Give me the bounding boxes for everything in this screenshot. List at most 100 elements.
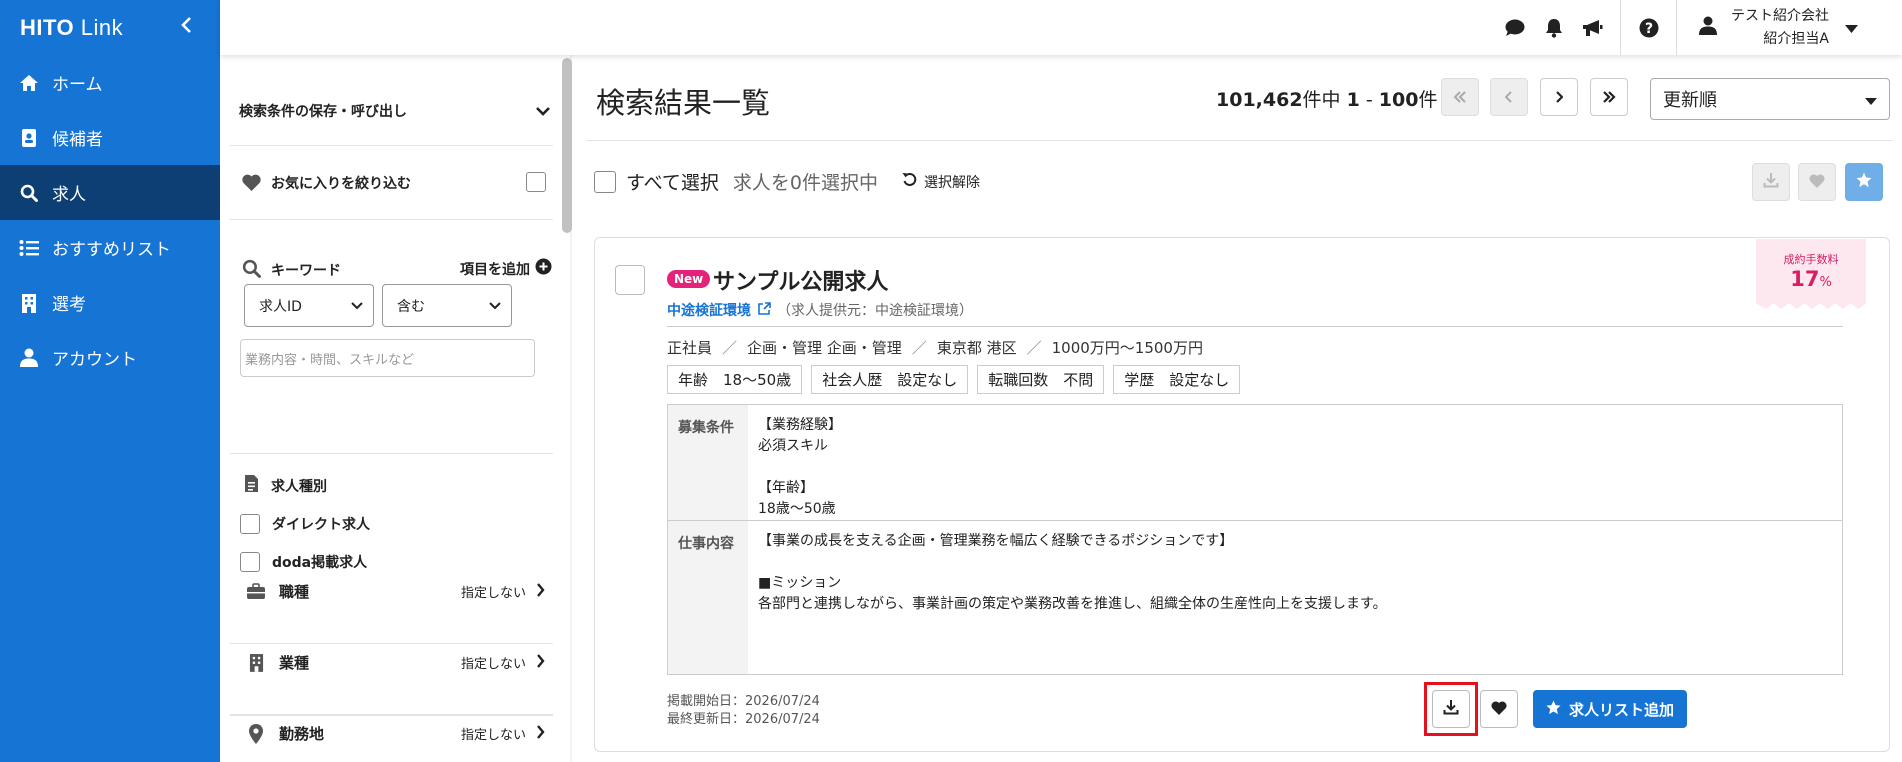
header-divider bbox=[1620, 0, 1621, 55]
select-all-label[interactable]: すべて選択 bbox=[626, 168, 719, 195]
deselect-button[interactable]: 選択解除 bbox=[902, 172, 980, 192]
download-button[interactable] bbox=[1432, 690, 1470, 728]
header-actions: ? テスト紹介会社 紹介担当A bbox=[1495, 0, 1902, 55]
job-provider: （求人提供元：中途検証環境） bbox=[777, 303, 973, 319]
favorite-button[interactable] bbox=[1480, 690, 1518, 728]
collapse-sidebar-icon[interactable] bbox=[180, 16, 192, 39]
saved-search-section[interactable]: 検索条件の保存・呼び出し bbox=[230, 55, 553, 146]
bulk-add-list-button[interactable] bbox=[1845, 163, 1883, 201]
sidebar-item-label: 求人 bbox=[52, 185, 86, 205]
chevron-right-icon bbox=[536, 724, 545, 743]
sidebar-item-recommend-list[interactable]: おすすめリスト bbox=[0, 220, 220, 275]
company-link[interactable]: 中途検証環境 bbox=[667, 300, 751, 320]
undo-icon bbox=[902, 172, 917, 191]
field-select[interactable]: 求人ID bbox=[244, 284, 374, 327]
top-header: ? テスト紹介会社 紹介担当A bbox=[220, 0, 1902, 55]
last-page-button[interactable] bbox=[1590, 78, 1628, 116]
category-divider bbox=[230, 715, 553, 716]
location-value: 指定しない bbox=[460, 728, 526, 743]
industry-filter-row[interactable]: 業種 指定しない bbox=[245, 652, 545, 673]
svg-text:?: ? bbox=[1644, 21, 1652, 37]
user-name: 紹介担当A bbox=[1763, 30, 1829, 47]
caret-down-icon bbox=[1845, 18, 1858, 37]
sort-select[interactable]: 更新順 bbox=[1650, 78, 1890, 120]
chevron-down-icon bbox=[489, 298, 501, 314]
user-menu[interactable]: テスト紹介会社 紹介担当A bbox=[1685, 0, 1902, 55]
selection-bar: すべて選択 求人を0件選択中 選択解除 bbox=[594, 168, 980, 195]
bulk-download-button[interactable] bbox=[1752, 163, 1790, 201]
download-icon bbox=[1443, 699, 1459, 719]
next-page-button[interactable] bbox=[1540, 78, 1578, 116]
chevron-right-icon bbox=[536, 582, 545, 601]
user-icon bbox=[14, 348, 44, 367]
sidebar-item-selection[interactable]: 選考 bbox=[0, 275, 220, 330]
favorites-label: お気に入りを絞り込む bbox=[271, 176, 411, 192]
sidebar-item-home[interactable]: ホーム bbox=[0, 55, 220, 110]
industry-value: 指定しない bbox=[460, 657, 526, 672]
download-icon bbox=[1763, 172, 1779, 192]
occupation-filter-row[interactable]: 職種 指定しない bbox=[245, 581, 545, 602]
sidebar-item-label: ホーム bbox=[52, 75, 103, 95]
job-salary: 1000万円〜1500万円 bbox=[1051, 339, 1203, 357]
chevron-down-icon bbox=[351, 298, 363, 314]
job-detail-table: 募集条件 【業務経験】 必須スキル 【年齢】 18歳〜50歳 仕事内容 【事業の… bbox=[667, 404, 1843, 675]
chevron-right-icon bbox=[536, 653, 545, 672]
favorites-filter-section: お気に入りを絞り込む bbox=[230, 146, 553, 220]
header-divider bbox=[1676, 0, 1677, 55]
bulk-favorite-button[interactable] bbox=[1798, 163, 1836, 201]
prev-page-button[interactable] bbox=[1490, 78, 1528, 116]
building-icon bbox=[14, 293, 44, 313]
sidebar-item-account[interactable]: アカウント bbox=[0, 330, 220, 385]
job-meta: 正社員／企画・管理 企画・管理／東京都 港区／ 1000万円〜1500万円 bbox=[667, 339, 1203, 357]
work-row: 仕事内容 【事業の成長を支える企画・管理業務を幅広く経験できるポジションです】 … bbox=[668, 521, 1842, 674]
keyword-input[interactable]: 業務内容・時間、スキルなど bbox=[240, 339, 535, 377]
fee-value: 17 bbox=[1790, 267, 1820, 291]
occupation-value: 指定しない bbox=[460, 586, 526, 601]
published-date: 掲載開始日：2026/07/24 bbox=[667, 694, 820, 709]
list-icon bbox=[14, 239, 44, 257]
external-link-icon[interactable] bbox=[758, 301, 771, 319]
company-row: 中途検証環境 （求人提供元：中途検証環境） bbox=[667, 300, 973, 320]
briefcase-icon bbox=[245, 583, 267, 600]
bell-icon[interactable] bbox=[1534, 18, 1573, 38]
conditions-label: 募集条件 bbox=[668, 405, 748, 520]
employment-type: 正社員 bbox=[667, 339, 713, 357]
job-type-direct-checkbox[interactable] bbox=[240, 514, 260, 534]
add-to-job-list-button[interactable]: 求人リスト追加 bbox=[1533, 690, 1687, 728]
industry-label: 業種 bbox=[279, 654, 310, 672]
job-select-checkbox[interactable] bbox=[615, 265, 645, 295]
match-select-value: 含む bbox=[397, 298, 425, 315]
sidebar-item-jobs[interactable]: 求人 bbox=[0, 165, 220, 220]
help-icon[interactable]: ? bbox=[1629, 18, 1668, 38]
occupation-label: 職種 bbox=[279, 583, 310, 601]
map-pin-icon bbox=[245, 723, 267, 744]
keyword-section: キーワード 項目を追加 bbox=[230, 220, 553, 454]
sidebar-item-label: 候補者 bbox=[52, 130, 103, 150]
select-all-checkbox[interactable] bbox=[594, 170, 616, 193]
search-icon bbox=[14, 184, 44, 202]
filter-scrollbar[interactable] bbox=[562, 58, 572, 233]
add-field-button[interactable]: 項目を追加 bbox=[460, 258, 552, 279]
chevron-down-icon bbox=[535, 102, 551, 121]
megaphone-icon[interactable] bbox=[1573, 19, 1612, 37]
job-type-option-direct[interactable]: ダイレクト求人 bbox=[240, 514, 370, 534]
first-page-button[interactable] bbox=[1441, 78, 1479, 116]
job-dates: 掲載開始日：2026/07/24 最終更新日：2026/07/24 bbox=[667, 693, 820, 729]
id-badge-icon bbox=[14, 128, 44, 148]
work-history-chip: 社会人歴 設定なし bbox=[811, 365, 969, 394]
star-icon bbox=[1856, 172, 1872, 192]
job-type-doda-checkbox[interactable] bbox=[240, 552, 260, 572]
job-title[interactable]: サンプル公開求人 bbox=[713, 264, 888, 296]
user-avatar-icon bbox=[1699, 16, 1717, 39]
education-chip: 学歴 設定なし bbox=[1113, 365, 1241, 394]
new-badge: New bbox=[667, 270, 711, 288]
location-filter-row[interactable]: 勤務地 指定しない bbox=[245, 723, 545, 744]
chat-icon[interactable] bbox=[1495, 19, 1534, 37]
sidebar-item-candidates[interactable]: 候補者 bbox=[0, 110, 220, 165]
section-divider bbox=[586, 140, 1892, 141]
favorites-checkbox[interactable] bbox=[526, 172, 546, 192]
selected-count: 求人を0件選択中 bbox=[732, 172, 879, 194]
match-type-select[interactable]: 含む bbox=[382, 284, 512, 327]
brand-logo[interactable]: HITO Link bbox=[20, 15, 123, 41]
job-type-option-doda[interactable]: doda掲載求人 bbox=[240, 552, 367, 572]
